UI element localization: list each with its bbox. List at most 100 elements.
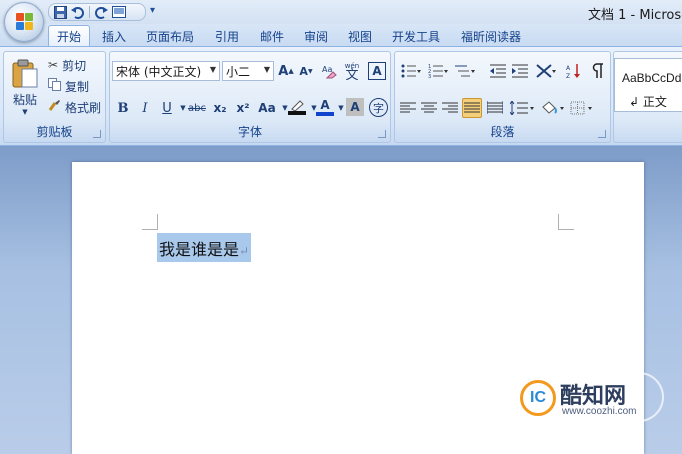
svg-text:Aa: Aa xyxy=(322,65,332,74)
justify-button[interactable] xyxy=(462,98,482,118)
numbered-list-icon: 123 xyxy=(428,64,448,78)
scissors-icon: ✂ xyxy=(48,58,59,72)
print-preview-icon[interactable] xyxy=(112,5,126,19)
shading-button[interactable] xyxy=(539,99,565,117)
font-name-combo[interactable]: 宋体 (中文正文) ▼ xyxy=(112,61,220,81)
grow-font-button[interactable]: A ▲ xyxy=(277,62,295,80)
selected-document-text[interactable]: 我是谁是是↵ xyxy=(157,233,252,262)
quick-style-normal[interactable]: AaBbCcDd ↲ 正文 xyxy=(614,58,682,112)
show-formatting-button[interactable] xyxy=(589,62,607,80)
undo-icon[interactable] xyxy=(71,5,85,19)
line-spacing-button[interactable] xyxy=(509,99,535,117)
superscript-button[interactable]: x² xyxy=(234,99,252,117)
sort-icon: AZ xyxy=(566,64,580,79)
font-name-value: 宋体 (中文正文) xyxy=(116,64,202,79)
format-painter-button[interactable]: 格式刷 xyxy=(48,98,101,116)
coozhi-logo-icon: IC xyxy=(520,380,556,416)
svg-text:Z: Z xyxy=(566,73,570,79)
copy-button[interactable]: 复制 xyxy=(48,77,89,95)
decrease-indent-button[interactable] xyxy=(489,62,507,80)
shrink-font-button[interactable]: A ▼ xyxy=(297,62,315,80)
asian-layout-icon xyxy=(536,64,556,78)
cut-button[interactable]: ✂ 剪切 xyxy=(48,56,86,74)
increase-indent-button[interactable] xyxy=(511,62,529,80)
char-shading-label: A xyxy=(350,100,360,114)
align-center-button[interactable] xyxy=(420,99,438,117)
strikethrough-button[interactable]: abc xyxy=(186,99,208,117)
font-size-value: 小二 xyxy=(226,64,251,79)
tab-mailings[interactable]: 邮件 xyxy=(260,28,284,45)
align-center-icon xyxy=(421,102,437,113)
font-color-label: A xyxy=(320,98,330,112)
multilevel-list-button[interactable] xyxy=(453,62,477,80)
align-left-icon xyxy=(400,102,416,113)
tab-developer[interactable]: 开发工具 xyxy=(392,28,440,45)
paragraph-mark: ↵ xyxy=(239,244,250,258)
redo-icon[interactable] xyxy=(94,5,108,19)
multilevel-list-icon xyxy=(455,65,475,77)
font-size-combo[interactable]: 小二 ▼ xyxy=(222,61,274,81)
title-bar: ▾ 文档 1 - Microso xyxy=(0,0,682,24)
tab-home[interactable]: 开始 xyxy=(48,25,91,46)
sort-button[interactable]: AZ xyxy=(565,62,583,80)
office-button[interactable] xyxy=(4,2,44,42)
change-case-button[interactable]: Aa xyxy=(256,99,278,117)
align-left-button[interactable] xyxy=(399,99,417,117)
save-icon[interactable] xyxy=(53,5,67,19)
window-title: 文档 1 - Microso xyxy=(588,8,682,23)
clear-format-button[interactable]: Aa xyxy=(320,62,338,80)
align-right-button[interactable] xyxy=(441,99,459,117)
qat-customize-chevron-icon[interactable]: ▾ xyxy=(150,5,155,16)
change-case-label: Aa xyxy=(258,101,276,115)
clear-format-icon: Aa xyxy=(322,65,337,79)
style-name-normal: ↲ 正文 xyxy=(629,95,667,109)
enclose-chars-button[interactable]: 字 xyxy=(369,98,388,117)
line-spacing-icon xyxy=(510,101,534,115)
paste-button[interactable]: 粘贴 ▼ xyxy=(8,56,42,118)
underline-label: U xyxy=(162,100,172,116)
clipboard-group: 粘贴 ▼ ✂ 剪切 复制 格式刷 剪贴板 xyxy=(3,51,106,143)
paste-icon xyxy=(12,59,38,87)
copy-icon xyxy=(48,78,61,94)
decrease-indent-icon xyxy=(490,64,506,78)
format-painter-label: 格式刷 xyxy=(65,100,102,115)
document-page[interactable] xyxy=(72,162,644,454)
font-dialog-launcher-icon[interactable] xyxy=(378,130,386,138)
font-group: 宋体 (中文正文) ▼ 小二 ▼ A ▲ A ▼ Aa wén 文 A B I U … xyxy=(109,51,391,143)
subscript-button[interactable]: x₂ xyxy=(211,99,229,117)
quick-access-toolbar xyxy=(48,3,146,21)
align-right-icon xyxy=(442,102,458,113)
bullets-button[interactable] xyxy=(399,62,423,80)
distribute-icon xyxy=(487,101,503,114)
bullet-list-icon xyxy=(401,64,421,78)
tab-foxit-reader[interactable]: 福昕阅读器 xyxy=(461,28,521,45)
watermark-logo-text: IC xyxy=(530,389,546,406)
paint-bucket-icon xyxy=(542,101,564,114)
asian-layout-button[interactable] xyxy=(534,62,558,80)
paragraph-dialog-launcher-icon[interactable] xyxy=(598,130,606,138)
tab-insert[interactable]: 插入 xyxy=(102,28,126,45)
phonetic-guide-icon: 文 xyxy=(345,68,359,83)
numbering-button[interactable]: 123 xyxy=(426,62,450,80)
tab-page-layout[interactable]: 页面布局 xyxy=(146,28,194,45)
char-border-button[interactable]: A xyxy=(368,62,386,80)
style-preview-text: AaBbCcDd xyxy=(622,71,682,85)
italic-button[interactable]: I xyxy=(136,99,154,117)
ribbon: 粘贴 ▼ ✂ 剪切 复制 格式刷 剪贴板 宋体 (中文正文) ▼ 小二 ▼ A … xyxy=(0,46,682,146)
clipboard-dialog-launcher-icon[interactable] xyxy=(93,130,101,138)
bold-button[interactable]: B xyxy=(114,99,132,117)
borders-button[interactable] xyxy=(569,99,595,117)
tab-references[interactable]: 引用 xyxy=(215,28,239,45)
char-shading-button[interactable]: A xyxy=(346,98,364,116)
tab-review[interactable]: 审阅 xyxy=(304,28,328,45)
top-left-margin-mark xyxy=(142,214,158,230)
tab-view[interactable]: 视图 xyxy=(348,28,372,45)
pilcrow-icon xyxy=(592,63,603,78)
enclose-chars-label: 字 xyxy=(373,101,384,115)
phonetic-guide-button[interactable]: wén 文 xyxy=(343,60,361,82)
svg-text:A: A xyxy=(566,65,571,72)
top-right-margin-mark xyxy=(558,214,574,230)
clipboard-group-label: 剪贴板 xyxy=(36,125,73,139)
distribute-button[interactable] xyxy=(486,99,504,117)
font-size-chevron-icon: ▼ xyxy=(263,65,270,74)
